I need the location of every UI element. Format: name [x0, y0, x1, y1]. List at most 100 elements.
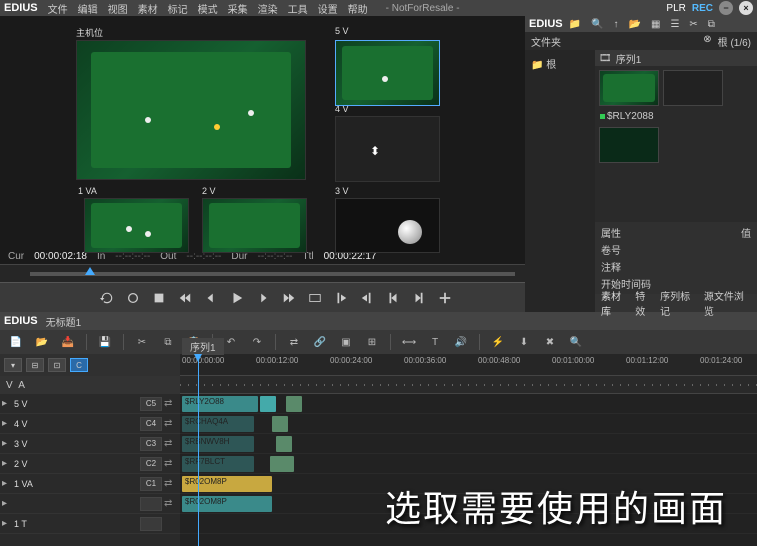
menu-clip[interactable]: 素材 — [138, 1, 158, 16]
tool-export[interactable]: ⬇ — [516, 334, 532, 350]
timeline-playhead[interactable] — [198, 354, 199, 546]
close-bin-icon[interactable]: ⊗ — [703, 34, 711, 49]
camera-4v[interactable] — [335, 116, 440, 182]
scrub-playhead-icon[interactable] — [85, 267, 95, 275]
tool-snap[interactable]: ⊞ — [364, 334, 380, 350]
track-2v-header[interactable]: ▸2 VC2⇄ — [0, 454, 180, 474]
prev-frame-button[interactable] — [204, 290, 218, 306]
tool-redo[interactable]: ↷ — [249, 334, 265, 350]
fast-forward-button[interactable] — [282, 290, 296, 306]
set-in-button[interactable] — [334, 290, 348, 306]
mode-btn-2[interactable]: ⊟ — [26, 358, 44, 372]
sequence-tab[interactable]: 序列1 — [182, 338, 224, 355]
next-frame-button[interactable] — [256, 290, 270, 306]
cur-value[interactable]: 00:00:02:18 — [34, 251, 87, 262]
folder-icon[interactable]: 📁 — [569, 19, 581, 30]
rewind-button[interactable] — [178, 290, 192, 306]
new-folder-icon[interactable]: 📂 — [629, 19, 641, 30]
next-edit-button[interactable] — [412, 290, 426, 306]
clip-2v-b[interactable] — [270, 456, 294, 472]
camera-5v[interactable] — [335, 40, 440, 106]
loop-button[interactable] — [100, 290, 114, 306]
clip-3v[interactable]: $RBNWV8H — [182, 436, 254, 452]
track-4v-lane[interactable]: $RCHAQ4A — [180, 414, 757, 434]
tool-zoom[interactable]: 🔍 — [568, 334, 584, 350]
menu-file[interactable]: 文件 — [48, 1, 68, 16]
camera-3v[interactable] — [335, 198, 440, 253]
menu-edit[interactable]: 编辑 — [78, 1, 98, 16]
menu-view[interactable]: 视图 — [108, 1, 128, 16]
menu-marker[interactable]: 标记 — [168, 1, 188, 16]
tool-new[interactable]: 📄 — [8, 334, 24, 350]
tree-root-folder[interactable]: 📁 根 — [529, 54, 591, 73]
clip-3v-b[interactable] — [276, 436, 292, 452]
tool-copy[interactable]: ⧉ — [160, 334, 176, 350]
track-1va-audio-header[interactable]: ▸⇄ — [0, 494, 180, 514]
tool-group[interactable]: ▣ — [338, 334, 354, 350]
clip-1va-audio[interactable]: $R02OM8P — [182, 496, 272, 512]
tool-render[interactable]: ⚡ — [490, 334, 506, 350]
clip-5v-b[interactable] — [260, 396, 276, 412]
clip-4v-b[interactable] — [272, 416, 288, 432]
tab-bin[interactable]: 素材库 — [601, 288, 629, 318]
camera-2v[interactable] — [202, 198, 307, 253]
up-icon[interactable]: ↑ — [614, 19, 619, 30]
rec-label[interactable]: REC — [692, 3, 713, 14]
clip-4v[interactable]: $RCHAQ4A — [182, 416, 254, 432]
track-3v-header[interactable]: ▸3 VC3⇄ — [0, 434, 180, 454]
track-1t-header[interactable]: ▸1 T — [0, 514, 180, 534]
bin-thumb-1[interactable] — [599, 70, 659, 106]
prev-edit-button[interactable] — [386, 290, 400, 306]
clip-1va[interactable]: $R02OM8P — [182, 476, 272, 492]
menu-capture[interactable]: 采集 — [228, 1, 248, 16]
tool-import[interactable]: 📥 — [60, 334, 76, 350]
tab-effects[interactable]: 特效 — [635, 288, 654, 318]
list-view-icon[interactable]: ☰ — [670, 19, 679, 30]
tool-cut[interactable]: ✂ — [134, 334, 150, 350]
timeline-scale[interactable] — [180, 376, 757, 394]
menu-tools[interactable]: 工具 — [288, 1, 308, 16]
clip-2v[interactable]: $RF7BLCT — [182, 456, 254, 472]
copy-icon[interactable]: ⧉ — [708, 19, 715, 30]
timeline-ruler[interactable]: 00:00:00:00 00:00:12:00 00:00:24:00 00:0… — [180, 354, 757, 376]
clip-5v-c[interactable] — [286, 396, 302, 412]
main-camera-view[interactable] — [76, 40, 306, 180]
tool-trim[interactable]: ⟷ — [401, 334, 417, 350]
tool-open[interactable]: 📂 — [34, 334, 50, 350]
clip-5v[interactable]: $RLY2O88 — [182, 396, 258, 412]
shuttle-button[interactable] — [126, 290, 140, 306]
tool-undo[interactable]: ↶ — [223, 334, 239, 350]
tool-ripple[interactable]: ⇄ — [286, 334, 302, 350]
preview-scrubber[interactable] — [0, 264, 525, 282]
cut-icon[interactable]: ✂ — [689, 19, 697, 30]
mode-btn-3[interactable]: ⊡ — [48, 358, 66, 372]
grid-view-icon[interactable]: ▦ — [651, 19, 660, 30]
track-2v-lane[interactable]: $RF7BLCT — [180, 454, 757, 474]
search-icon[interactable]: 🔍 — [591, 19, 603, 30]
tool-delete[interactable]: ✖ — [542, 334, 558, 350]
tool-audio[interactable]: 🔊 — [453, 334, 469, 350]
bin-root-crumb[interactable]: 根 (1/6) — [718, 34, 751, 49]
bin-thumb-2[interactable] — [663, 70, 723, 106]
camera-1va[interactable] — [84, 198, 189, 253]
play-button[interactable] — [230, 290, 244, 306]
insert-button[interactable] — [438, 290, 452, 306]
tool-save[interactable]: 💾 — [97, 334, 113, 350]
bin-seq-label[interactable]: 序列1 — [616, 51, 642, 66]
export-frame-button[interactable] — [308, 290, 322, 306]
track-5v-header[interactable]: ▸5 VC5⇄ — [0, 394, 180, 414]
track-3v-lane[interactable]: $RBNWV8H — [180, 434, 757, 454]
menu-render[interactable]: 渲染 — [258, 1, 278, 16]
menu-settings[interactable]: 设置 — [318, 1, 338, 16]
set-out-button[interactable] — [360, 290, 374, 306]
mode-btn-multicam[interactable]: C — [70, 358, 88, 372]
tool-link[interactable]: 🔗 — [312, 334, 328, 350]
bin-thumb-3[interactable] — [599, 127, 659, 163]
track-4v-header[interactable]: ▸4 VC4⇄ — [0, 414, 180, 434]
mode-btn-1[interactable]: ▾ — [4, 358, 22, 372]
tab-source-browser[interactable]: 源文件浏览 — [704, 288, 751, 318]
tab-markers[interactable]: 序列标记 — [660, 288, 698, 318]
close-button[interactable]: × — [739, 1, 753, 15]
track-1va-header[interactable]: ▸1 VAC1⇄ — [0, 474, 180, 494]
tool-title[interactable]: T — [427, 334, 443, 350]
